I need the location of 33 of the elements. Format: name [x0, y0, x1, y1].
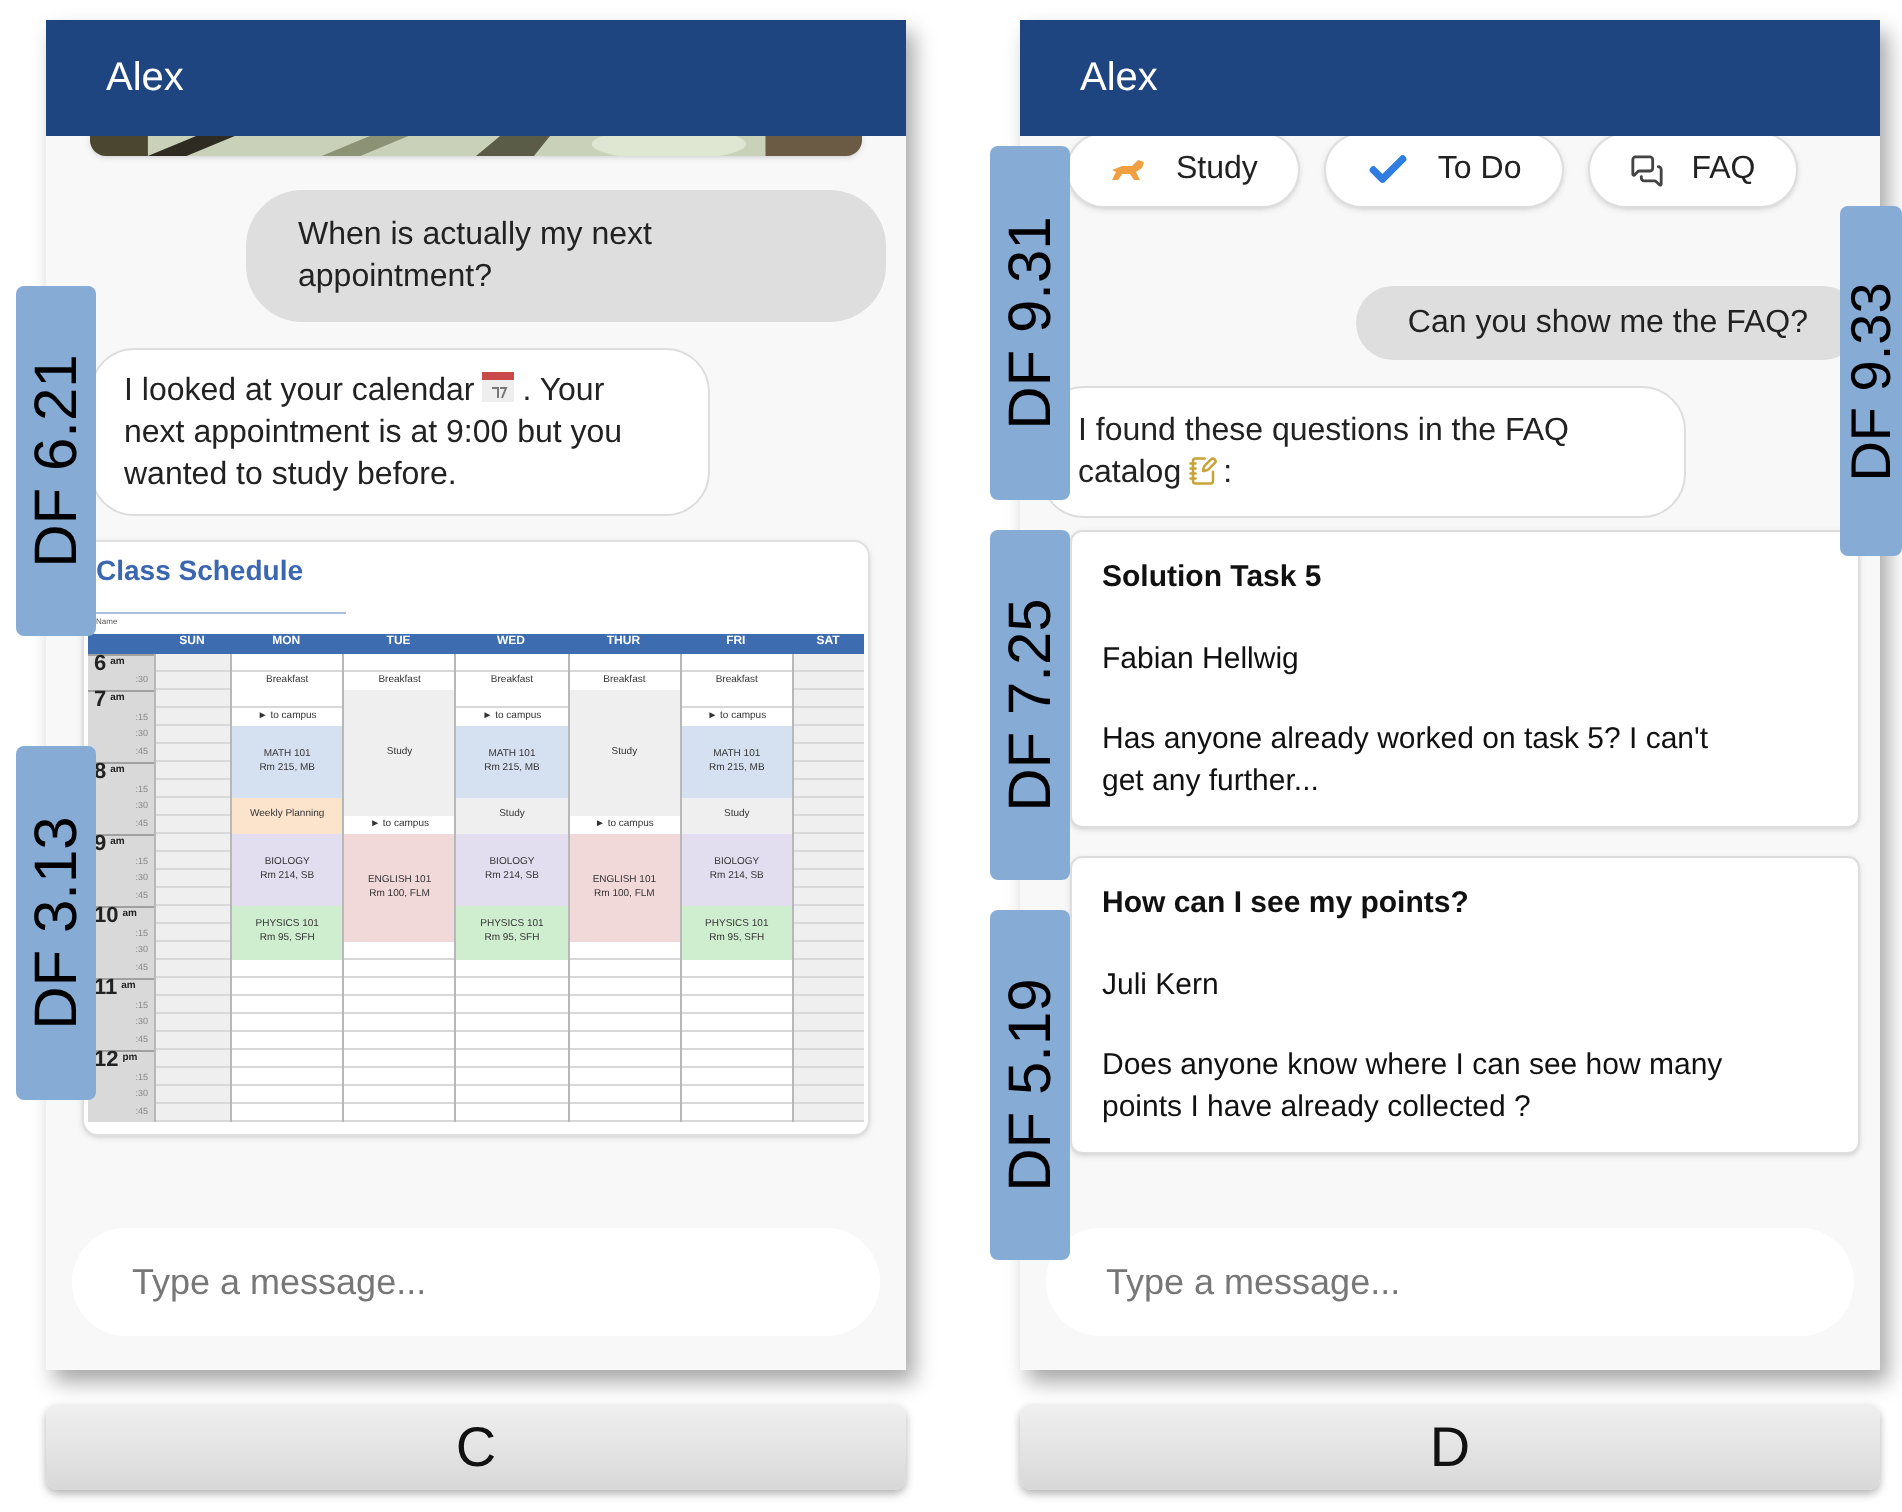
- quick-reply-chip[interactable]: Study: [1066, 132, 1300, 208]
- faq-author: Fabian Hellwig: [1102, 639, 1301, 679]
- hour-label: 12: [94, 1051, 119, 1069]
- faq-title: Solution Task 5: [1102, 558, 1324, 598]
- contact-name: Alex: [1080, 54, 1158, 104]
- faq-author: Juli Kern: [1102, 965, 1221, 1005]
- message-input[interactable]: Type a message...: [72, 1228, 880, 1336]
- quick-reply-chip[interactable]: To Do: [1323, 132, 1564, 208]
- hour-label: 11: [94, 979, 118, 997]
- contact-name: Alex: [106, 54, 184, 104]
- user-message: When is actually my next appointment?: [246, 190, 886, 322]
- bot-message: I looked at your calendar . Your next appointment is at 9:00 but you wanted to study before.: [90, 348, 710, 516]
- panel-caption: D: [1020, 1404, 1880, 1490]
- hour-label: 6: [94, 655, 107, 673]
- panel-caption: C: [46, 1404, 906, 1490]
- quick-reply-chip[interactable]: FAQ: [1587, 132, 1798, 208]
- score-badge: DF 3.13: [16, 746, 96, 1100]
- faq-title: How can I see my points?: [1102, 884, 1471, 924]
- message-input[interactable]: Type a message...: [1046, 1228, 1854, 1336]
- faq-text: Does anyone know where I can see how many points I have already collected ?: [1102, 1046, 1725, 1128]
- notepad-icon: [1187, 456, 1218, 486]
- hour-label: 10: [94, 907, 119, 925]
- score-badge: DF 6.21: [16, 286, 96, 636]
- hour-label: 7: [94, 691, 107, 709]
- faq-chat-icon: [1629, 153, 1664, 187]
- faq-card[interactable]: How can I see my points? Juli Kern Does anyone know where I can see how many points I have already collected ?: [1070, 856, 1860, 1154]
- score-badge: DF 7.25: [990, 530, 1070, 880]
- schedule-title: Class Schedule: [96, 554, 305, 589]
- animal-icon: [1108, 156, 1148, 184]
- faq-text: Has anyone already worked on task 5? I can't get any further...: [1102, 720, 1711, 802]
- calendar-icon: [480, 368, 517, 404]
- score-badge: DF 5.19: [990, 910, 1070, 1260]
- faq-card[interactable]: Solution Task 5 Fabian Hellwig Has anyone already worked on task 5? I can't get any further...: [1070, 530, 1860, 828]
